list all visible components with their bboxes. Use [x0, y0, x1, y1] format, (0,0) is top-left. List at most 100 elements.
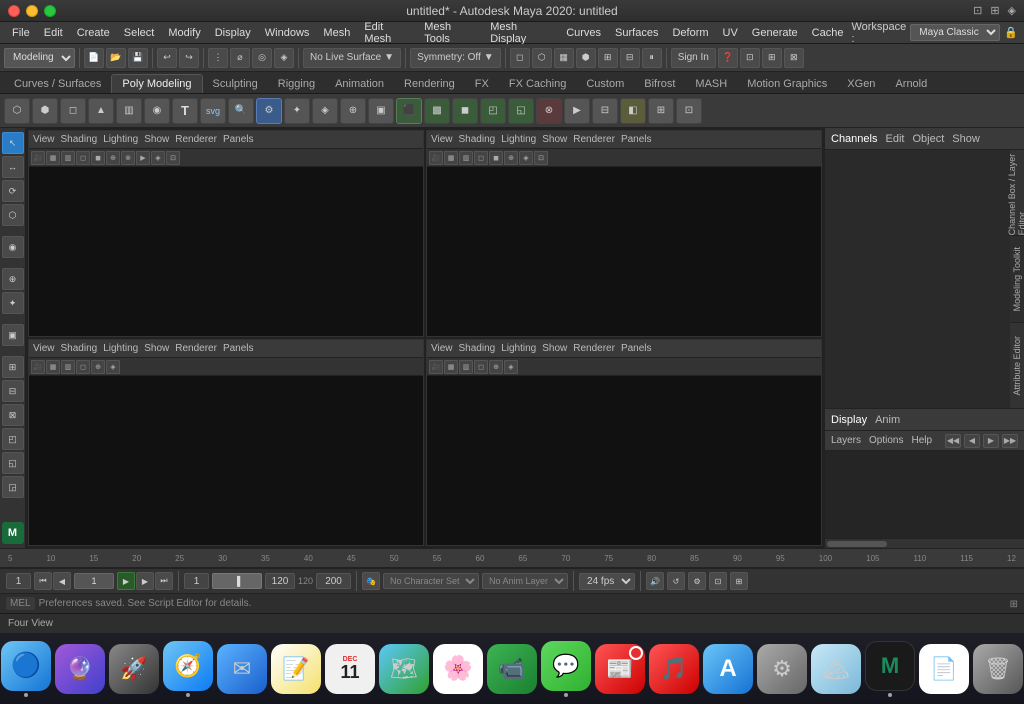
tb-help4[interactable]: ⊠	[784, 48, 804, 68]
lt-layout3[interactable]: ◲	[2, 476, 24, 498]
vt-tr-b3[interactable]: ◻	[474, 151, 488, 165]
pb-char-set-btn[interactable]: 🎭	[362, 572, 380, 590]
shelf-icon-tool4[interactable]: ⊕	[340, 98, 366, 124]
tb-snap-curve[interactable]: ⌀	[230, 48, 250, 68]
minimize-button[interactable]	[26, 5, 38, 17]
sysprefs-icon[interactable]: ⚙	[757, 644, 807, 694]
vt-br-b2[interactable]: ▥	[459, 360, 473, 374]
messages-icon[interactable]: 💬	[541, 641, 591, 691]
tab-rigging[interactable]: Rigging	[268, 75, 325, 93]
shelf-icon-cone[interactable]: ▲	[88, 98, 114, 124]
tab-xgen[interactable]: XGen	[837, 75, 885, 93]
shelf-icon-tool2[interactable]: ✦	[284, 98, 310, 124]
vp-br-view[interactable]: View	[431, 343, 453, 354]
lt-paint[interactable]: ✦	[2, 292, 24, 314]
menu-file[interactable]: File	[6, 25, 36, 41]
vp-tr-show[interactable]: Show	[542, 134, 567, 145]
shelf-icon-sphere[interactable]: ⬡	[4, 98, 30, 124]
menu-surfaces[interactable]: Surfaces	[609, 25, 664, 41]
lt-tab-anim[interactable]: Anim	[875, 414, 900, 426]
tab-poly-modeling[interactable]: Poly Modeling	[111, 74, 202, 93]
vp-bl-view[interactable]: View	[33, 343, 55, 354]
tab-sculpting[interactable]: Sculpting	[203, 75, 268, 93]
vt-cam[interactable]: 🎥	[31, 151, 45, 165]
vt-bl-b5[interactable]: ◈	[106, 360, 120, 374]
vp-bl-panels[interactable]: Panels	[223, 343, 254, 354]
timeline-area[interactable]: 5 10 15 20 25 30 35 40 45 50 55 60 65 70…	[0, 548, 1024, 568]
shelf-icon-cube[interactable]: ⬢	[32, 98, 58, 124]
shelf-icon-tool14[interactable]: ◧	[620, 98, 646, 124]
shelf-icon-plane[interactable]: ▥	[116, 98, 142, 124]
menu-uv[interactable]: UV	[717, 25, 744, 41]
layers-nav-prev[interactable]: ◀	[964, 434, 980, 448]
channel-box-side-label[interactable]: Channel Box / Layer Editor	[1010, 150, 1024, 236]
menu-curves[interactable]: Curves	[560, 25, 607, 41]
vp-tl-view[interactable]: View	[33, 134, 55, 145]
range-bar[interactable]: ▐	[212, 573, 262, 589]
vt-b2[interactable]: ▥	[61, 151, 75, 165]
vt-b6[interactable]: ⊗	[121, 151, 135, 165]
vp-br-panels[interactable]: Panels	[621, 343, 652, 354]
vp-tr-renderer[interactable]: Renderer	[573, 134, 615, 145]
menu-mesh[interactable]: Mesh	[317, 25, 356, 41]
tab-fx[interactable]: FX	[465, 75, 499, 93]
current-time-display[interactable]: 1	[74, 573, 114, 589]
end-frame-input[interactable]	[316, 573, 351, 589]
fps-dropdown[interactable]: 24 fps	[579, 573, 635, 590]
notes-icon[interactable]: 📝	[271, 644, 321, 694]
menu-edit[interactable]: Edit	[38, 25, 69, 41]
sign-in-btn[interactable]: Sign In	[671, 48, 716, 68]
shelf-icon-tool6[interactable]: ⬛	[396, 98, 422, 124]
vp-tl-lighting[interactable]: Lighting	[103, 134, 138, 145]
layers-menu-options[interactable]: Options	[869, 435, 903, 446]
shelf-icon-tool11[interactable]: ⊗	[536, 98, 562, 124]
pb-step-forward[interactable]: ▶	[136, 572, 154, 590]
vp-tl-shading[interactable]: Shading	[61, 134, 98, 145]
layers-nav-next[interactable]: ▶	[983, 434, 999, 448]
tb-snap-surface[interactable]: ◈	[274, 48, 294, 68]
lt-rotate[interactable]: ⟳	[2, 180, 24, 202]
pb-loop[interactable]: ↺	[667, 572, 685, 590]
tab-custom[interactable]: Custom	[576, 75, 634, 93]
vt-tr-cam[interactable]: 🎥	[429, 151, 443, 165]
pb-goto-end[interactable]: ⏭	[155, 572, 173, 590]
tb-snap1[interactable]: ◻	[510, 48, 530, 68]
lt-layout[interactable]: ◰	[2, 428, 24, 450]
textedit-icon[interactable]: 📄	[919, 644, 969, 694]
tb-help2[interactable]: ⊡	[740, 48, 760, 68]
lt-tab-display[interactable]: Display	[831, 414, 867, 426]
lt-soft-select[interactable]: ◉	[2, 236, 24, 258]
lt-translate[interactable]: ↔	[2, 156, 24, 178]
lt-snap[interactable]: ▣	[2, 324, 24, 346]
shelf-icon-tool1[interactable]: ⚙	[256, 98, 282, 124]
shelf-icon-tool8[interactable]: ◼	[452, 98, 478, 124]
vp-tl-panels[interactable]: Panels	[223, 134, 254, 145]
shelf-icon-tool16[interactable]: ⊡	[676, 98, 702, 124]
char-set-dropdown[interactable]: No Character Set	[383, 573, 479, 589]
maximize-button[interactable]	[44, 5, 56, 17]
tab-motion-graphics[interactable]: Motion Graphics	[737, 75, 837, 93]
launchpad-icon[interactable]: 🚀	[109, 644, 159, 694]
vt-bl-b2[interactable]: ▥	[61, 360, 75, 374]
shelf-icon-tool3[interactable]: ◈	[312, 98, 338, 124]
tb-save[interactable]: 💾	[128, 48, 148, 68]
range-end-input[interactable]	[265, 573, 295, 589]
tb-redo[interactable]: ↪	[179, 48, 199, 68]
vp-br-shading[interactable]: Shading	[459, 343, 496, 354]
cb-tab-show[interactable]: Show	[952, 133, 980, 145]
vp-bl-lighting[interactable]: Lighting	[103, 343, 138, 354]
menu-generate[interactable]: Generate	[746, 25, 804, 41]
vp-tl-show[interactable]: Show	[144, 134, 169, 145]
layers-nav-first[interactable]: ◀◀	[945, 434, 961, 448]
vp-tr-panels[interactable]: Panels	[621, 134, 652, 145]
attribute-editor-side-label[interactable]: Attribute Editor	[1010, 323, 1024, 408]
symmetry-dropdown[interactable]: Symmetry: Off ▼	[410, 48, 501, 68]
cb-tab-edit[interactable]: Edit	[885, 133, 904, 145]
menu-edit-mesh[interactable]: Edit Mesh	[358, 19, 416, 47]
vt-tr-b6[interactable]: ◈	[519, 151, 533, 165]
vt-br-b5[interactable]: ◈	[504, 360, 518, 374]
vp-br-show[interactable]: Show	[542, 343, 567, 354]
menu-select[interactable]: Select	[118, 25, 161, 41]
vt-tr-b1[interactable]: ▦	[444, 151, 458, 165]
tb-pause[interactable]: ⏸	[642, 48, 662, 68]
